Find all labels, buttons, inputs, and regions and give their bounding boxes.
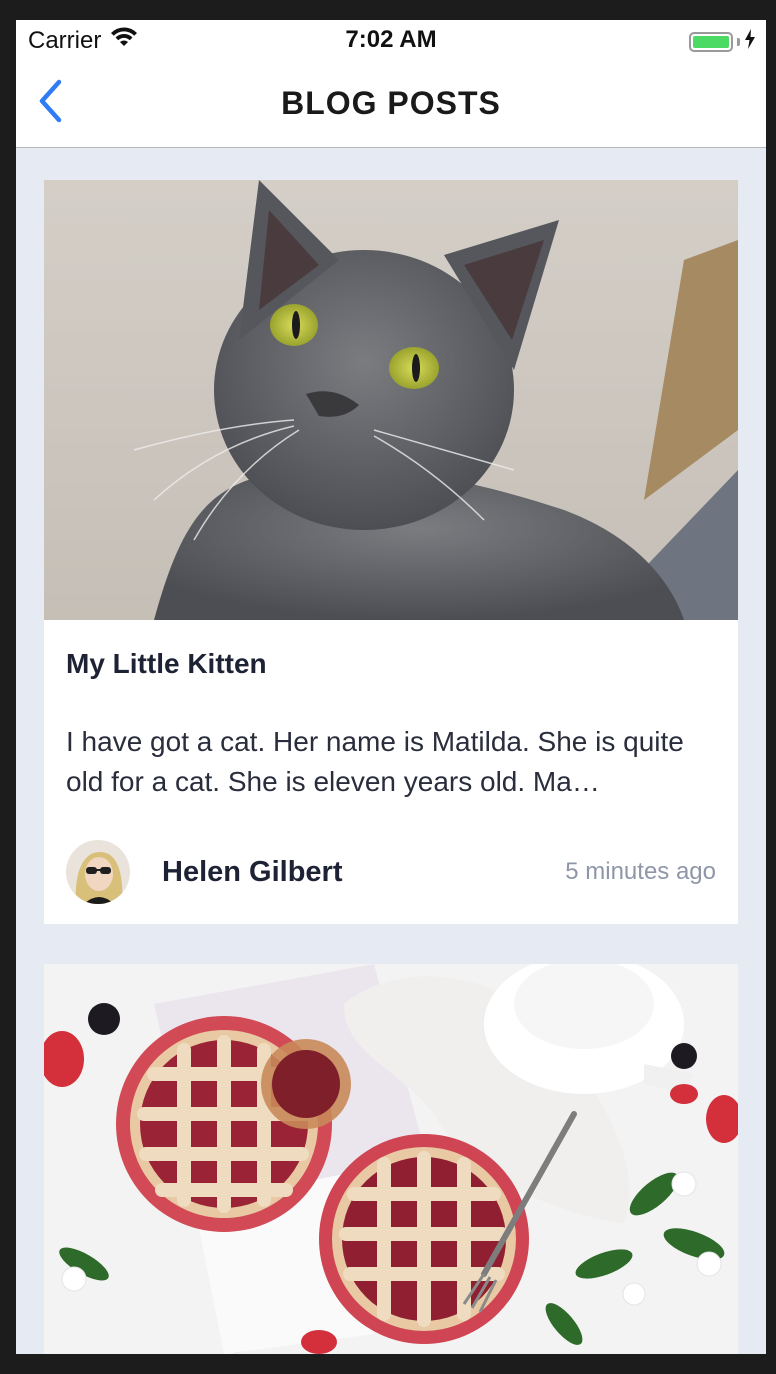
- post-card-body: My Little Kitten I have got a cat. Her n…: [44, 620, 738, 924]
- post-footer: Helen Gilbert 5 minutes ago: [66, 840, 716, 924]
- page-title: BLOG POSTS: [281, 85, 501, 121]
- post-image-cat: [44, 180, 738, 620]
- battery-nub: [737, 38, 740, 46]
- post-title[interactable]: My Little Kitten: [66, 620, 716, 680]
- berry-pies-photo: [44, 964, 738, 1354]
- charging-bolt-icon: [744, 28, 756, 56]
- navigation-bar: BLOG POSTS: [16, 60, 766, 148]
- author-avatar-image: [66, 840, 130, 904]
- status-time: 7:02 AM: [345, 26, 437, 53]
- battery-fill: [693, 36, 729, 48]
- post-card[interactable]: My Little Kitten I have got a cat. Her n…: [44, 180, 738, 924]
- status-right: [689, 28, 756, 56]
- status-bar: Carrier 7:02 AM: [16, 20, 766, 60]
- avatar[interactable]: [66, 840, 130, 904]
- battery-icon: [689, 32, 733, 52]
- gray-cat-photo: [44, 180, 738, 620]
- post-card[interactable]: [44, 964, 738, 1354]
- app-screen: Carrier 7:02 AM BLOG POSTS My Little Kit…: [16, 20, 766, 1354]
- author-name[interactable]: Helen Gilbert: [162, 856, 565, 889]
- post-excerpt: I have got a cat. Her name is Matilda. S…: [66, 726, 684, 797]
- post-time: 5 minutes ago: [565, 858, 716, 885]
- post-image-pies: [44, 964, 738, 1354]
